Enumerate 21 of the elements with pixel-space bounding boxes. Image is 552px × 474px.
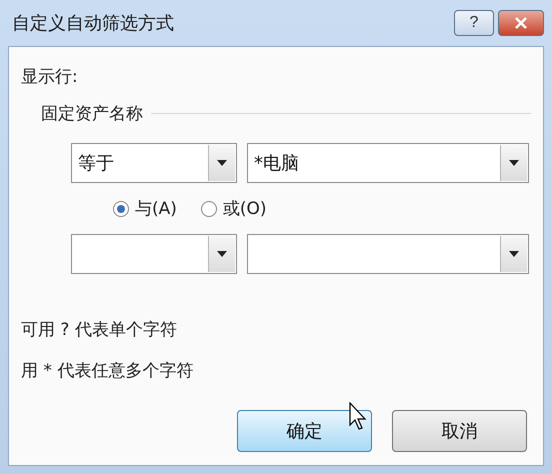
operator-dropdown[interactable] <box>71 234 237 274</box>
hint-text: 用 * 代表任意多个字符 <box>21 360 194 382</box>
dropdown-arrow-icon <box>509 251 519 257</box>
logic-radio[interactable]: 与(A) <box>113 197 177 220</box>
close-icon <box>515 17 527 29</box>
value-combobox[interactable]: *电脑 <box>247 143 529 183</box>
hint-text: 可用 ? 代表单个字符 <box>21 319 178 341</box>
logic-radio[interactable]: 或(O) <box>200 197 267 220</box>
operator-dropdown[interactable]: 等于 <box>71 143 237 183</box>
show-rows-label: 显示行: <box>21 66 79 88</box>
window-title: 自定义自动筛选方式 <box>11 12 175 35</box>
dropdown-arrow-icon <box>217 251 227 257</box>
ok-button[interactable]: 确定 <box>237 410 372 452</box>
cancel-button[interactable]: 取消 <box>392 410 527 452</box>
dropdown-arrow-icon <box>509 160 519 166</box>
dropdown-arrow-icon <box>217 160 227 166</box>
value-combobox[interactable] <box>247 234 529 274</box>
mouse-pointer-icon <box>349 402 369 430</box>
group-label: 固定资产名称 <box>41 103 143 125</box>
help-button[interactable]: ? <box>454 10 494 36</box>
close-button[interactable] <box>498 10 544 36</box>
